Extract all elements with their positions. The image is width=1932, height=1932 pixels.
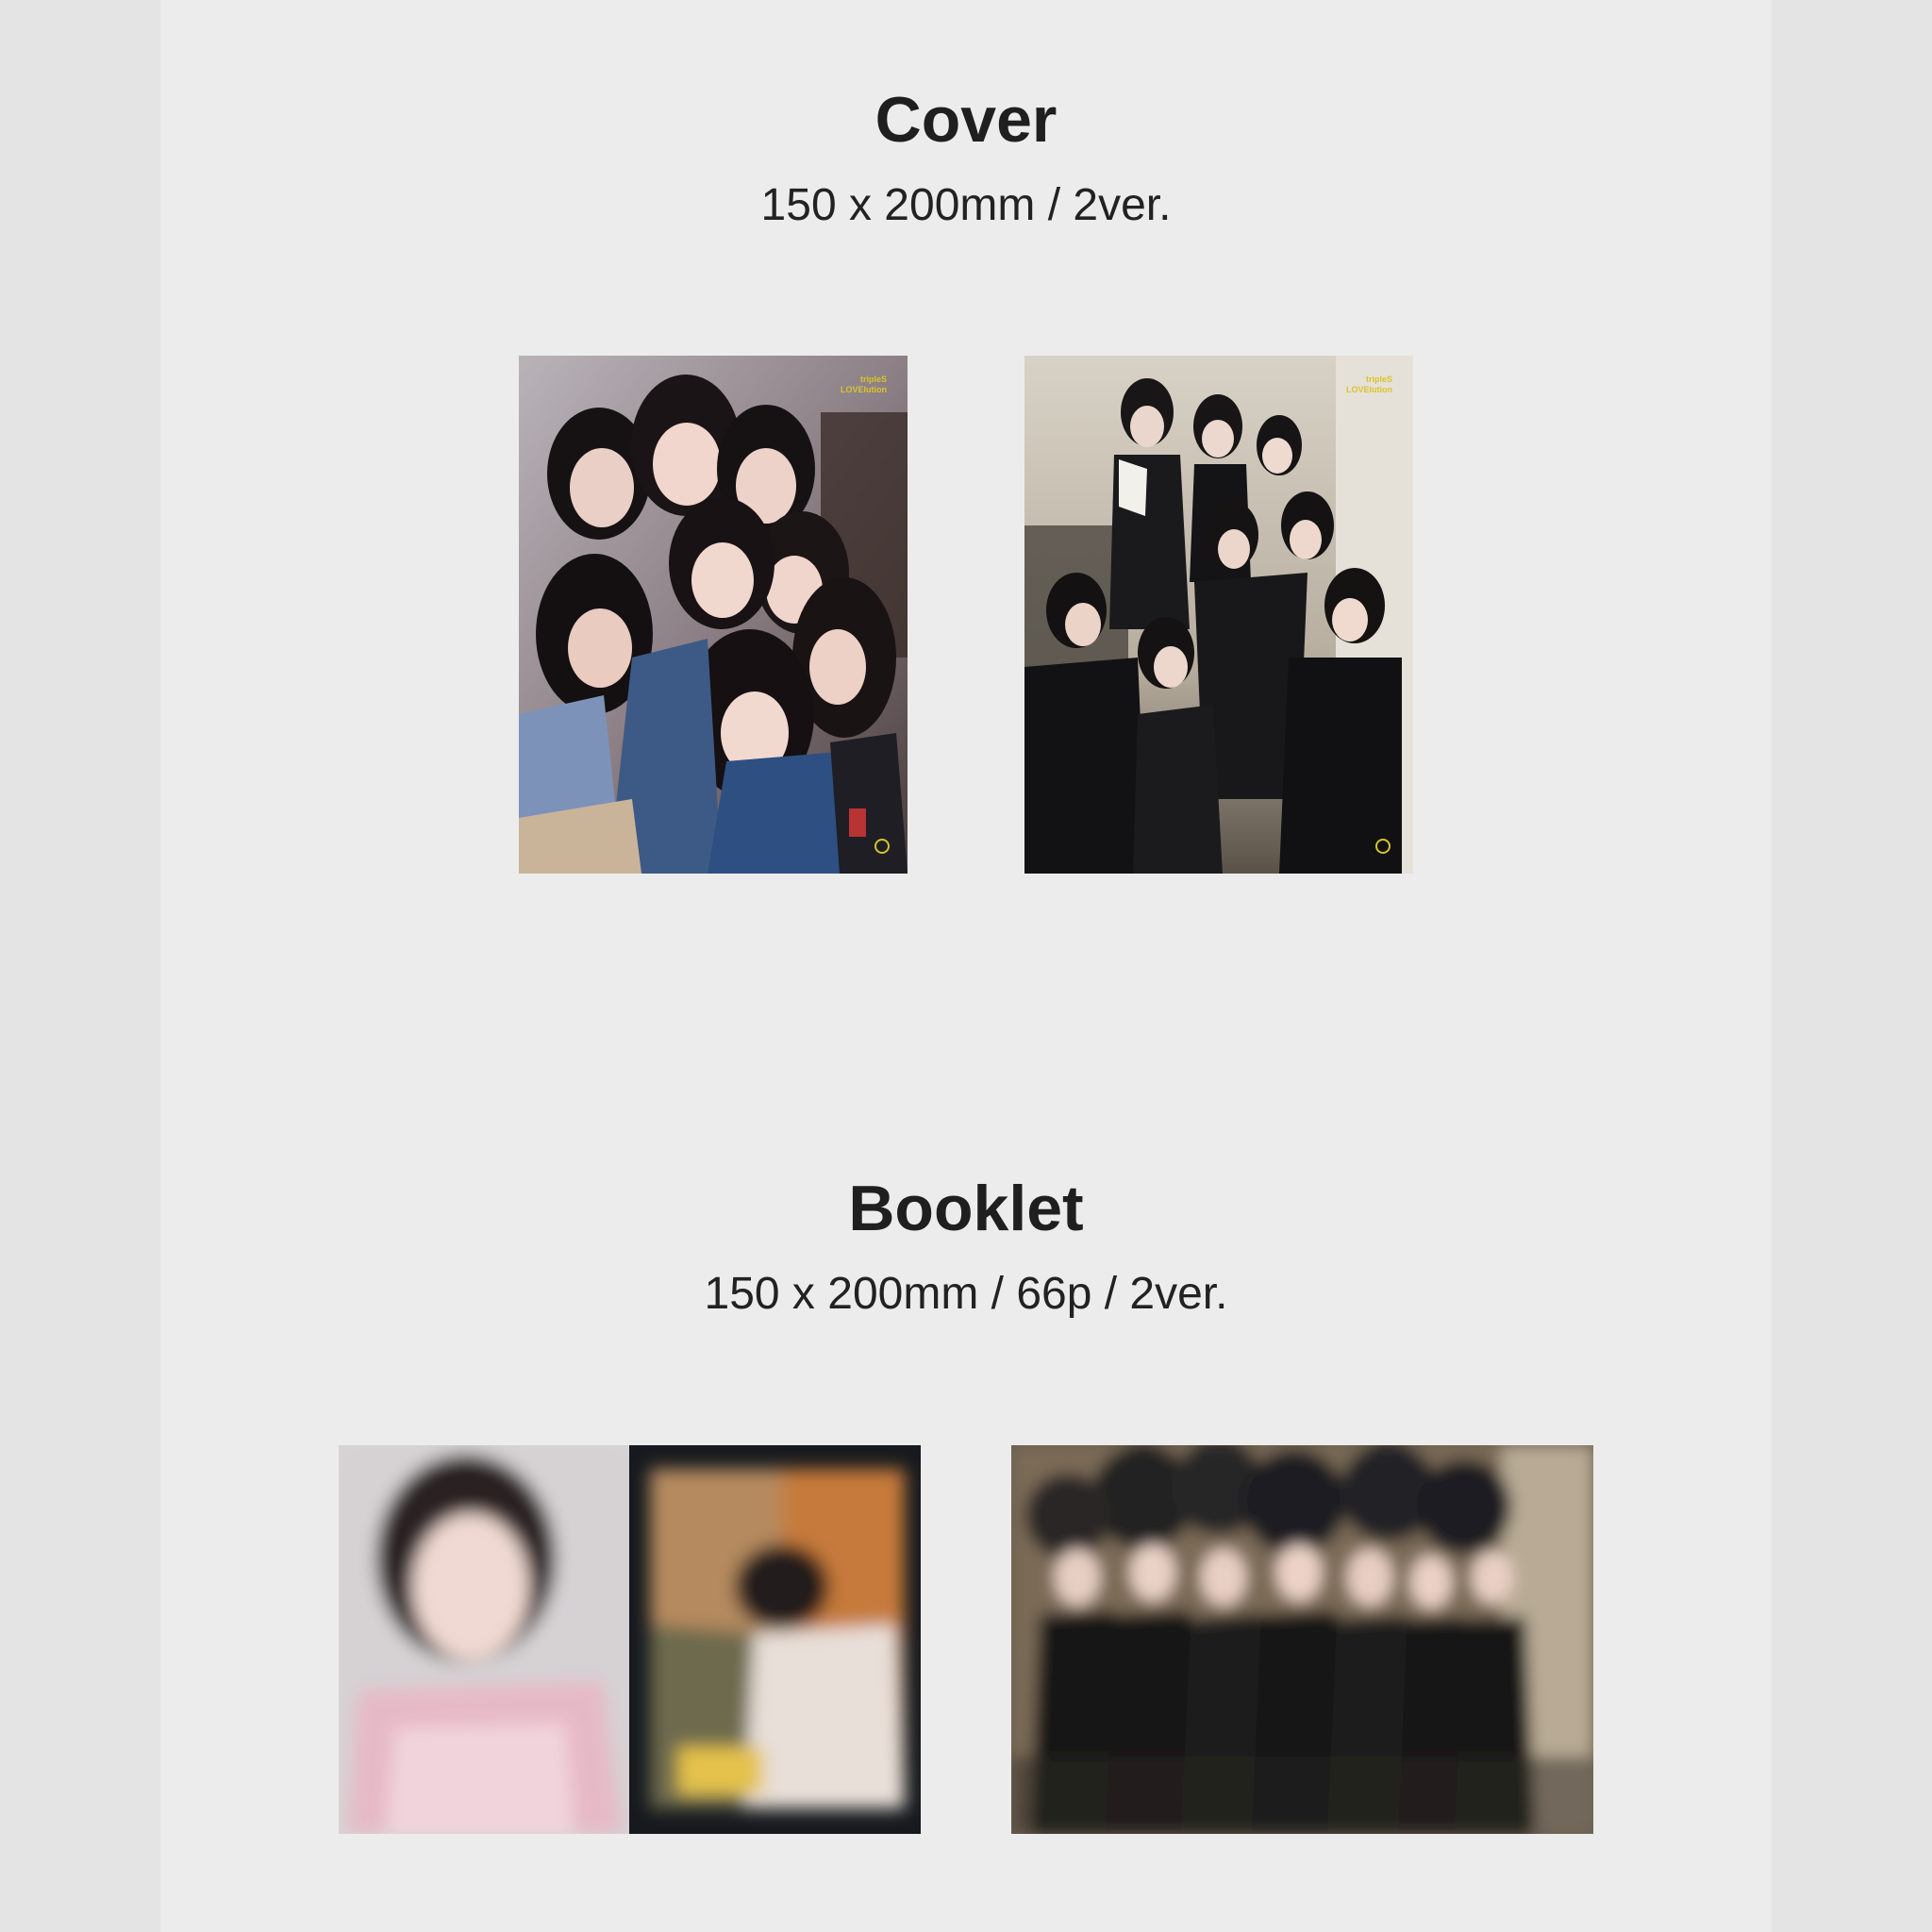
- cover-section-spec: 150 x 200mm / 2ver.: [760, 180, 1172, 230]
- product-detail-page: Cover 150 x 200mm / 2ver. tripleS LOVElu…: [0, 0, 1932, 1932]
- booklet-version-1-spread: [339, 1445, 921, 1834]
- right-margin-band: [1772, 0, 1932, 1932]
- booklet-section-title: Booklet: [848, 1173, 1084, 1244]
- cover-version-1-image: tripleS LOVElution: [519, 356, 908, 874]
- left-margin-band: [0, 0, 160, 1932]
- cover-section-title: Cover: [874, 84, 1058, 156]
- cover-version-2-image: tripleS LOVElution: [1024, 356, 1413, 874]
- cover-2-album-label: tripleS LOVElution: [1346, 375, 1392, 394]
- booklet-section-spec: 150 x 200mm / 66p / 2ver.: [704, 1269, 1228, 1319]
- booklet-version-2-spread: [1011, 1445, 1593, 1834]
- cover-1-album-label: tripleS LOVElution: [841, 375, 887, 394]
